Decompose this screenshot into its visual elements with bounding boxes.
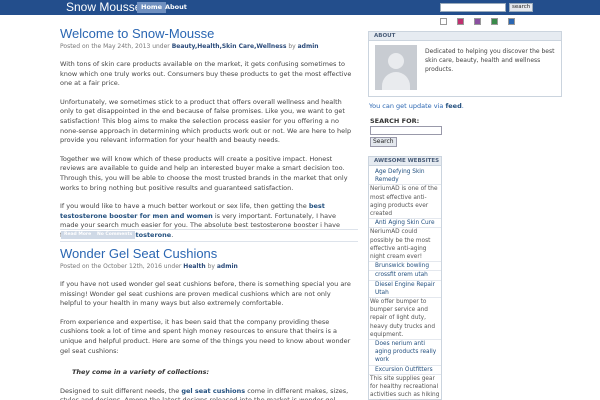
post-categories[interactable]: Beauty,Health,Skin Care,Wellness: [172, 43, 287, 50]
post-paragraph: Unfortunately, we sometimes stick to a p…: [60, 97, 352, 145]
color-swatch-blue[interactable]: [508, 18, 515, 25]
post-title[interactable]: Wonder Gel Seat Cushions: [60, 246, 352, 262]
website-link[interactable]: Brunswick bowling: [369, 262, 441, 272]
avatar-image: [375, 45, 417, 90]
website-link[interactable]: Excursion Outfitters: [369, 366, 441, 375]
post-title[interactable]: Welcome to Snow-Mousse: [60, 26, 352, 42]
post-date: Posted on the May 24th, 2013 under: [60, 43, 170, 50]
website-description: This site supplies gear for healthy recr…: [369, 375, 441, 400]
post-paragraph: From experience and expertise, it has be…: [60, 317, 351, 355]
post-meta: Posted on the May 24th, 2013 under Beaut…: [60, 42, 352, 51]
awesome-websites-list: Age Defying Skin Remedy NeriumAD is one o…: [369, 168, 441, 400]
post-welcome: Welcome to Snow-Mousse Posted on the May…: [60, 26, 352, 241]
website-link[interactable]: Does nerium anti aging products really w…: [369, 340, 441, 366]
website-link[interactable]: crossfit orem utah: [369, 271, 441, 281]
post-divider: [60, 241, 358, 242]
website-link[interactable]: Diesel Engine Repair Utah: [369, 281, 441, 299]
awesome-websites-heading: AWESOME WEBSITES: [368, 156, 442, 166]
post-by: by: [288, 43, 296, 50]
website-link[interactable]: Anti Aging Skin Cure: [369, 219, 441, 229]
sidebar-search-input[interactable]: [370, 126, 442, 135]
post-author[interactable]: admin: [298, 43, 319, 50]
color-swatch-purple[interactable]: [474, 18, 481, 25]
color-swatch-pink[interactable]: [457, 18, 464, 25]
header-search-button[interactable]: search: [509, 3, 534, 12]
post-bullet: They come in a variety of collections:: [60, 368, 352, 378]
about-text: Dedicated to helping you discover the be…: [425, 48, 555, 73]
feed-line: You can get update via feed.: [369, 102, 464, 110]
sidebar-search-button[interactable]: Search: [370, 137, 397, 147]
nav-about-tab[interactable]: About: [162, 2, 190, 13]
website-link[interactable]: Age Defying Skin Remedy: [369, 168, 441, 186]
bullet-text: They come in a variety of collections:: [72, 368, 210, 377]
post-by: by: [207, 263, 215, 270]
color-swatch-green[interactable]: [491, 18, 498, 25]
gel-seat-cushions-link[interactable]: gel seat cushions: [181, 387, 245, 395]
search-label: SEARCH FOR:: [370, 117, 420, 125]
header-search-input[interactable]: [440, 3, 506, 12]
website-description: NeriumAD is one of the most effective an…: [369, 185, 441, 220]
website-description: NeriumAD could possibly be the most effe…: [369, 228, 441, 263]
color-swatch-white[interactable]: [440, 18, 447, 25]
post-meta: Posted on the October 12th, 2016 under H…: [60, 262, 352, 271]
post-paragraph: With tons of skin care products availabl…: [60, 60, 352, 88]
post-wonder-gel: Wonder Gel Seat Cushions Posted on the O…: [60, 246, 352, 400]
post-paragraph: Together we will know which of these pro…: [60, 154, 348, 192]
about-heading: ABOUT: [368, 31, 562, 41]
post-date: Posted on the October 12th, 2016 under: [60, 263, 182, 270]
post-paragraph: Designed to suit different needs, the ge…: [60, 386, 349, 400]
site-title[interactable]: Snow Mousse: [66, 0, 141, 15]
comments-button[interactable]: No Comments: [94, 231, 136, 239]
website-description: We offer bumper to bumper service and re…: [369, 298, 441, 341]
feed-link[interactable]: feed: [445, 102, 461, 110]
post-categories[interactable]: Health: [183, 263, 205, 270]
post-divider: [60, 229, 358, 230]
read-more-button[interactable]: Read More: [61, 231, 95, 239]
post-paragraph: If you have not used wonder gel seat cus…: [60, 280, 351, 308]
post-author[interactable]: admin: [217, 263, 238, 270]
